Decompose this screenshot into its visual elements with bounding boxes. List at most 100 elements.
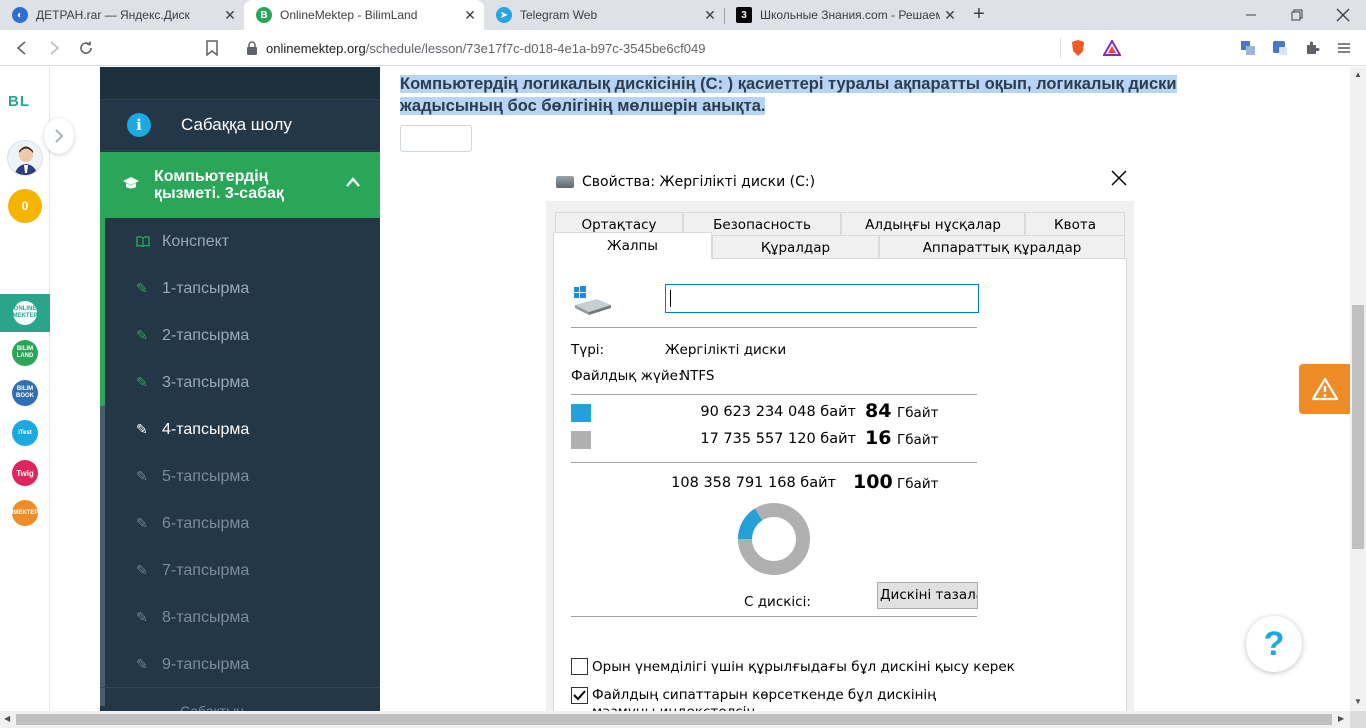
tab-general: Жалпы	[553, 232, 712, 259]
tab-hardware: Аппараттық құралдар	[879, 235, 1125, 259]
info-icon: i	[127, 113, 151, 137]
sidebar-item-overview[interactable]: i Сабаққа шолу	[100, 99, 380, 151]
lesson-title: Компьютердің қызметі. 3-сабақ	[154, 168, 284, 202]
vertical-scrollbar[interactable]: ▲ ▼	[1350, 67, 1366, 711]
sidebar-item-task-4[interactable]: ✎ 4-тапсырма	[100, 406, 380, 453]
index-label: Файлдың сипаттарын көрсеткенде бұл дискі…	[592, 687, 937, 711]
close-tab-icon[interactable]: ✕	[940, 7, 960, 24]
browser-tab-znanija[interactable]: 3 Школьные Знания.com - Решаем ✕	[724, 0, 964, 30]
checkmark-icon	[573, 690, 586, 701]
filesystem-value: NTFS	[680, 368, 715, 384]
drive-icon	[556, 176, 574, 188]
browser-toolbar: onlinemektep.org/schedule/lesson/73e17f7…	[0, 30, 1366, 66]
index-checkbox	[571, 687, 588, 704]
omnibox-divider	[1060, 38, 1061, 58]
telegram-icon: ➤	[496, 7, 512, 23]
book-icon	[136, 234, 152, 250]
sidebar-item-task-9[interactable]: ✎ 9-тапсырма	[100, 641, 380, 688]
total-unit: Гбайт	[897, 476, 939, 492]
url-path: /schedule/lesson/73e17f7c-d018-4e1a-b97c…	[365, 40, 706, 56]
edit-icon: ✎	[136, 609, 148, 625]
used-space-swatch	[571, 404, 591, 422]
horizontal-scrollbar[interactable]: ◀ ▶	[0, 711, 1350, 728]
url-host: onlinemektep.org	[266, 40, 366, 56]
google-translate-icon[interactable]	[1270, 38, 1290, 58]
browser-tab-yandex-disk[interactable]: ◐ ДЕТРАН.rar — Яндекс.Диск ✕	[0, 0, 244, 30]
yandex-disk-icon: ◐	[12, 7, 28, 23]
sidebar-item-task-6[interactable]: ✎ 6-тапсырма	[100, 500, 380, 547]
scroll-up-icon[interactable]: ▲	[1353, 70, 1363, 79]
scrollbar-corner	[1350, 711, 1366, 728]
type-value: Жергілікті диски	[665, 342, 787, 358]
bilimbook-app-icon[interactable]: BILIM BOOK	[12, 380, 38, 406]
scroll-left-icon[interactable]: ◀	[4, 714, 10, 723]
question-icon: ?	[1263, 624, 1285, 663]
graduation-cap-icon	[122, 176, 140, 194]
close-tab-icon[interactable]: ✕	[460, 7, 480, 24]
bookmark-icon[interactable]	[200, 36, 224, 60]
disk-usage-donut	[738, 503, 810, 575]
sidebar-lesson-header[interactable]: Компьютердің қызметі. 3-сабақ	[100, 152, 380, 218]
dialog-title: Свойства: Жергілікті диски (C:)	[556, 171, 1136, 193]
new-tab-button[interactable]: +	[968, 4, 990, 26]
address-bar[interactable]: onlinemektep.org/schedule/lesson/73e17f7…	[238, 34, 1130, 62]
minimize-icon[interactable]	[1228, 0, 1274, 30]
itest-app-icon[interactable]: iTest	[12, 420, 38, 446]
avatar[interactable]	[7, 140, 43, 176]
extensions-icon[interactable]	[1302, 38, 1322, 58]
twig-app-icon[interactable]: Twig	[12, 460, 38, 486]
sidebar-item-label: Сабаққа шолу	[181, 115, 292, 134]
close-icon	[1108, 170, 1130, 192]
edit-icon: ✎	[136, 515, 148, 531]
scrollbar-thumb[interactable]	[1352, 305, 1364, 549]
bilimland-app-icon[interactable]: BILIM LAND	[12, 340, 38, 366]
edit-icon: ✎	[136, 374, 148, 390]
answer-input[interactable]	[400, 125, 472, 152]
imektep-app-icon[interactable]: IMEKTEP	[12, 500, 38, 526]
bilimland-logo[interactable]: BL	[8, 93, 30, 110]
sidebar-item-task-3[interactable]: ✎ 3-тапсырма	[100, 359, 380, 406]
menu-icon[interactable]	[1334, 38, 1354, 58]
brave-shield-icon[interactable]	[1068, 38, 1088, 58]
scrollbar-thumb[interactable]	[16, 714, 1332, 725]
sidebar-item-konspekt[interactable]: Конспект	[100, 218, 380, 265]
page-content: BL 0 ONLINE MEKTEP BILIM LAND BILIM BOOK…	[0, 67, 1350, 711]
coins-badge[interactable]: 0	[8, 189, 42, 223]
help-button[interactable]: ?	[1246, 616, 1302, 672]
sidebar-item-task-2[interactable]: ✎ 2-тапсырма	[100, 312, 380, 359]
reload-icon[interactable]	[74, 36, 98, 60]
report-error-button[interactable]	[1299, 364, 1350, 414]
free-bytes: 17 735 557 120 байт	[700, 431, 856, 447]
brave-rewards-icon[interactable]	[1102, 38, 1122, 58]
onlinemektep-app-icon[interactable]: ONLINE MEKTEP	[12, 300, 38, 326]
sidebar-item-task-7[interactable]: ✎ 7-тапсырма	[100, 547, 380, 594]
close-tab-icon[interactable]: ✕	[700, 7, 720, 24]
browser-tab-onlinemektep[interactable]: B OnlineMektep - BilimLand ✕	[244, 0, 484, 30]
chevron-up-icon[interactable]	[346, 174, 360, 192]
scroll-right-icon[interactable]: ▶	[1338, 714, 1344, 723]
total-gb: 100	[853, 471, 893, 493]
filesystem-label: Файлдық жүйе:	[571, 368, 683, 384]
lock-icon	[247, 41, 257, 55]
edit-icon: ✎	[136, 468, 148, 484]
forward-icon[interactable]	[42, 36, 66, 60]
compress-label: Орын үнемділігі үшін құрылғыдағы бұл дис…	[592, 659, 1015, 675]
close-window-icon[interactable]	[1320, 0, 1366, 30]
total-bytes: 108 358 791 168 байт	[671, 475, 836, 491]
sidebar-item-task-5[interactable]: ✎ 5-тапсырма	[100, 453, 380, 500]
sidebar-item-summary[interactable]: Сабақтың	[100, 687, 380, 711]
disk-cleanup-button: Дискіні тазалау	[877, 582, 978, 609]
compress-checkbox	[571, 658, 588, 675]
sidebar-item-task-8[interactable]: ✎ 8-тапсырма	[100, 594, 380, 641]
scroll-down-icon[interactable]: ▼	[1353, 697, 1363, 706]
collapse-sidebar-button[interactable]	[44, 118, 74, 154]
sidebar-item-task-1[interactable]: ✎ 1-тапсырма	[100, 265, 380, 312]
back-icon[interactable]	[10, 36, 34, 60]
lesson-sidebar: i Сабаққа шолу Компьютердің қызметі. 3-с…	[100, 67, 380, 711]
restore-icon[interactable]	[1274, 0, 1320, 30]
translate-icon[interactable]	[1238, 38, 1258, 58]
drive-label: C дискісі:	[744, 594, 811, 610]
browser-tab-telegram[interactable]: ➤ Telegram Web ✕	[484, 0, 724, 30]
chevron-right-icon	[55, 129, 64, 143]
close-tab-icon[interactable]: ✕	[220, 7, 240, 24]
